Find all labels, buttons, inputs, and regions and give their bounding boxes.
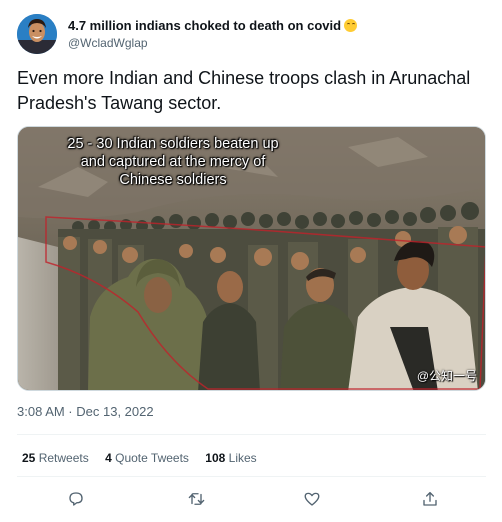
retweet-icon xyxy=(188,493,204,505)
tweet-timestamp[interactable]: 3:08 AM · Dec 13, 2022 xyxy=(17,404,154,419)
reply-icon xyxy=(69,492,83,506)
likes-stat[interactable]: 108 Likes xyxy=(205,451,256,465)
like-icon xyxy=(304,492,320,506)
image-overlay-caption: 25 - 30 Indian soldiers beaten up and ca… xyxy=(67,136,279,188)
share-button[interactable] xyxy=(416,485,444,513)
grinning-squinting-face-emoji xyxy=(344,19,358,32)
tweet-text: Even more Indian and Chinese troops clas… xyxy=(17,68,471,113)
quote-tweets-count: 4 xyxy=(105,451,112,465)
reply-button[interactable] xyxy=(62,485,90,513)
share-icon xyxy=(423,491,437,506)
tweet-media-image[interactable]: 25 - 30 Indian soldiers beaten up and ca… xyxy=(17,126,486,391)
image-watermark: @公知一号 xyxy=(416,369,477,383)
likes-label: Likes xyxy=(228,451,257,465)
likes-count: 108 xyxy=(205,451,226,465)
retweets-stat[interactable]: 25 Retweets xyxy=(22,451,89,465)
quote-tweets-label: Quote Tweets xyxy=(115,451,189,465)
like-button[interactable] xyxy=(298,485,326,513)
quote-tweets-stat[interactable]: 4 Quote Tweets xyxy=(105,451,189,465)
divider xyxy=(17,476,486,477)
author-name-text: 4.7 million indians choked to death on c… xyxy=(68,18,342,33)
avatar-image xyxy=(17,14,57,54)
engagement-stats: 25 Retweets 4 Quote Tweets 108 Likes xyxy=(22,451,270,465)
retweet-button[interactable] xyxy=(182,485,210,513)
author-display-name[interactable]: 4.7 million indians choked to death on c… xyxy=(68,18,358,33)
retweets-label: Retweets xyxy=(38,451,89,465)
avatar[interactable] xyxy=(17,14,57,54)
action-bar xyxy=(0,485,502,513)
author-handle[interactable]: @WcladWglap xyxy=(68,36,148,50)
tweet-card: 4.7 million indians choked to death on c… xyxy=(0,0,502,522)
divider xyxy=(17,434,486,435)
retweets-count: 25 xyxy=(22,451,36,465)
